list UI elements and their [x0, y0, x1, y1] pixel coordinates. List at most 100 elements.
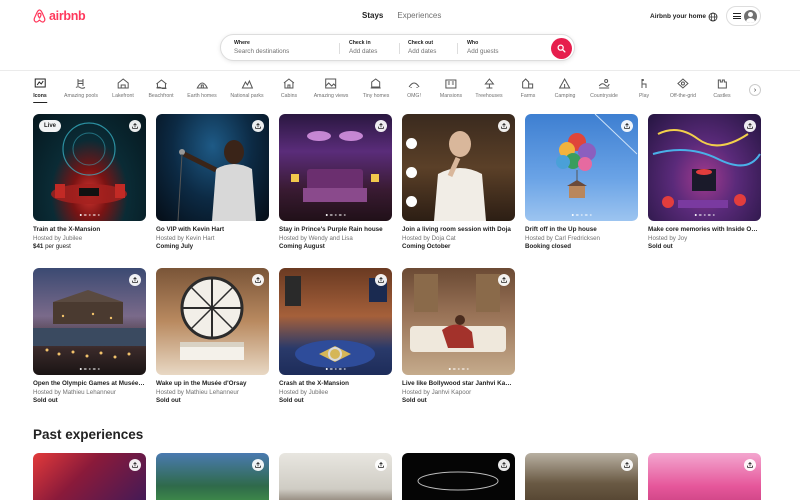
listing-card[interactable]: Open the Olympic Games at Musée d'Orsay …	[33, 268, 146, 404]
listing-price: $41 per guest	[33, 243, 146, 250]
share-button[interactable]	[129, 459, 141, 471]
share-button[interactable]	[744, 120, 756, 132]
where-field[interactable]: Where Search destinations	[234, 40, 289, 55]
category-tiny-homes[interactable]: Tiny homes	[363, 78, 389, 99]
share-button[interactable]	[252, 274, 264, 286]
category-earth-homes[interactable]: Earth homes	[187, 78, 217, 99]
carousel-dots[interactable]	[325, 367, 346, 370]
globe-icon[interactable]	[708, 12, 718, 22]
share-button[interactable]	[375, 120, 387, 132]
share-button[interactable]	[252, 459, 264, 471]
airbnb-your-home-link[interactable]: Airbnb your home	[650, 13, 706, 20]
share-button[interactable]	[621, 459, 633, 471]
share-button[interactable]	[498, 459, 510, 471]
share-button[interactable]	[621, 120, 633, 132]
listing-photo-art	[180, 276, 244, 360]
listing-card[interactable]: Stay in Prince's Purple Rain house Hoste…	[279, 114, 392, 250]
listing-photo[interactable]	[279, 114, 392, 221]
price-amount: $41	[33, 243, 44, 250]
listing-photo[interactable]	[156, 268, 269, 375]
carousel-dots[interactable]	[571, 213, 592, 216]
category-treehouses[interactable]: Treehouses	[475, 78, 503, 99]
lakefront-icon	[117, 78, 129, 89]
share-button[interactable]	[744, 459, 756, 471]
category-camping[interactable]: Camping	[555, 78, 575, 99]
past-experience-photo[interactable]	[402, 453, 515, 500]
listing-card[interactable]: Go VIP with Kevin Hart Hosted by Kevin H…	[156, 114, 269, 250]
share-button[interactable]	[375, 274, 387, 286]
listing-photo[interactable]	[279, 268, 392, 375]
carousel-dots[interactable]	[79, 213, 100, 216]
share-button[interactable]	[252, 120, 264, 132]
category-mansions[interactable]: Mansions	[440, 78, 462, 99]
tab-experiences[interactable]: Experiences	[397, 11, 441, 20]
category-off-the-grid[interactable]: Off-the-grid	[670, 78, 696, 99]
check-in-field[interactable]: Check in Add dates	[349, 40, 377, 55]
photo-overlay-circles	[406, 138, 417, 207]
listing-status: Booking closed	[525, 243, 572, 250]
category-icons[interactable]: Icons	[33, 78, 47, 103]
category-castles[interactable]: Castles	[713, 78, 731, 99]
share-button[interactable]	[498, 120, 510, 132]
listing-photo[interactable]	[648, 114, 761, 221]
category-farms[interactable]: Farms	[521, 78, 535, 99]
who-field[interactable]: Who Add guests	[467, 40, 499, 55]
listing-photo[interactable]	[402, 268, 515, 375]
share-icon	[132, 462, 138, 468]
category-countryside[interactable]: Countryside	[590, 78, 618, 99]
airbnb-logo[interactable]: airbnb	[33, 9, 86, 23]
category-national-parks[interactable]: National parks	[230, 78, 264, 99]
listing-card[interactable]: Wake up in the Musée d'Orsay Hosted by M…	[156, 268, 269, 404]
listing-photo-art	[285, 276, 387, 368]
listing-card[interactable]: Live like Bollywood star Janhvi Kapoor H…	[402, 268, 515, 404]
category-omg[interactable]: OMG!	[407, 78, 421, 99]
category-beachfront[interactable]: Beachfront	[148, 78, 174, 99]
category-cabins[interactable]: Cabins	[281, 78, 297, 99]
share-icon	[255, 123, 261, 129]
past-experience-photo[interactable]	[648, 453, 761, 500]
category-amazing-pools[interactable]: Amazing pools	[64, 78, 98, 99]
past-experience-photo[interactable]	[156, 453, 269, 500]
user-menu-button[interactable]	[726, 6, 761, 26]
category-lakefront[interactable]: Lakefront	[112, 78, 134, 99]
listing-photo[interactable]	[156, 114, 269, 221]
check-in-label: Check in	[349, 40, 371, 46]
search-divider	[457, 43, 458, 54]
share-button[interactable]	[129, 120, 141, 132]
listing-photo[interactable]	[402, 114, 515, 221]
category-amazing-views[interactable]: Amazing views	[314, 78, 348, 99]
listing-card[interactable]: Drift off in the Up house Hosted by Carl…	[525, 114, 638, 250]
carousel-dots[interactable]	[694, 213, 715, 216]
carousel-dots[interactable]	[79, 367, 100, 370]
category-play[interactable]: Play	[638, 78, 650, 99]
listing-photo[interactable]	[525, 114, 638, 221]
share-button[interactable]	[129, 274, 141, 286]
listing-card[interactable]: Make core memories with Inside Out 2 Hos…	[648, 114, 761, 250]
category-next-button[interactable]: ›	[749, 84, 761, 96]
tab-stays[interactable]: Stays	[362, 11, 383, 20]
carousel-dots[interactable]	[325, 213, 346, 216]
share-icon	[624, 462, 630, 468]
past-experience-photo[interactable]	[279, 453, 392, 500]
listing-photo[interactable]	[33, 268, 146, 375]
listing-card[interactable]: Live Train at the X-Mansion Hosted by Ju…	[33, 114, 146, 250]
price-unit: per guest	[45, 243, 71, 250]
past-experience-photo[interactable]	[525, 453, 638, 500]
share-button[interactable]	[498, 274, 510, 286]
category-label: Off-the-grid	[669, 93, 697, 99]
share-icon	[501, 123, 507, 129]
past-experience-photo[interactable]	[33, 453, 146, 500]
avatar-icon	[744, 9, 757, 23]
pool-icon	[75, 79, 86, 89]
share-icon	[624, 123, 630, 129]
share-button[interactable]	[375, 459, 387, 471]
live-badge: Live	[39, 120, 62, 132]
icons-category-icon	[34, 78, 46, 88]
listing-title: Open the Olympic Games at Musée d'Orsay	[33, 380, 146, 387]
carousel-dots[interactable]	[448, 367, 469, 370]
check-out-field[interactable]: Check out Add dates	[408, 40, 436, 55]
search-button[interactable]	[551, 38, 572, 59]
listing-photo[interactable]: Live	[33, 114, 146, 221]
listing-card[interactable]: Crash at the X-Mansion Hosted by Jubilee…	[279, 268, 392, 404]
listing-card[interactable]: Join a living room session with Doja Hos…	[402, 114, 515, 250]
